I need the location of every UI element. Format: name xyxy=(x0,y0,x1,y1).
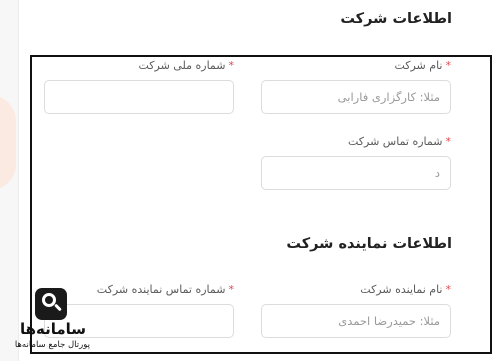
national-id-input[interactable] xyxy=(44,80,234,114)
decorative-accent xyxy=(0,95,16,190)
required-mark: * xyxy=(228,59,235,72)
rep-name-label: *نام نماینده شرکت xyxy=(360,283,451,296)
section-title-company: اطلاعات شرکت xyxy=(340,11,452,27)
national-id-label: *شماره ملی شرکت xyxy=(138,59,234,72)
company-name-label: *نام شرکت xyxy=(394,59,451,72)
company-phone-label: *شماره تماس شرکت xyxy=(347,135,452,148)
section-title-representative: اطلاعات نماینده شرکت xyxy=(286,236,452,252)
rep-name-input[interactable] xyxy=(261,304,451,338)
logo-name: سامانه‌ها xyxy=(19,320,87,338)
required-mark: * xyxy=(228,283,235,296)
logo-tagline: پورتال جامع سامانه‌ها xyxy=(14,340,90,350)
required-mark: * xyxy=(445,135,452,148)
required-mark: * xyxy=(445,59,452,72)
site-logo: سامانه‌ها پورتال جامع سامانه‌ها xyxy=(14,288,90,354)
required-mark: * xyxy=(445,283,452,296)
rep-phone-label: *شماره تماس نماینده شرکت xyxy=(96,283,235,296)
company-name-input[interactable] xyxy=(261,80,451,114)
magnifier-monitor-icon xyxy=(35,288,67,320)
company-phone-input[interactable] xyxy=(261,156,451,190)
